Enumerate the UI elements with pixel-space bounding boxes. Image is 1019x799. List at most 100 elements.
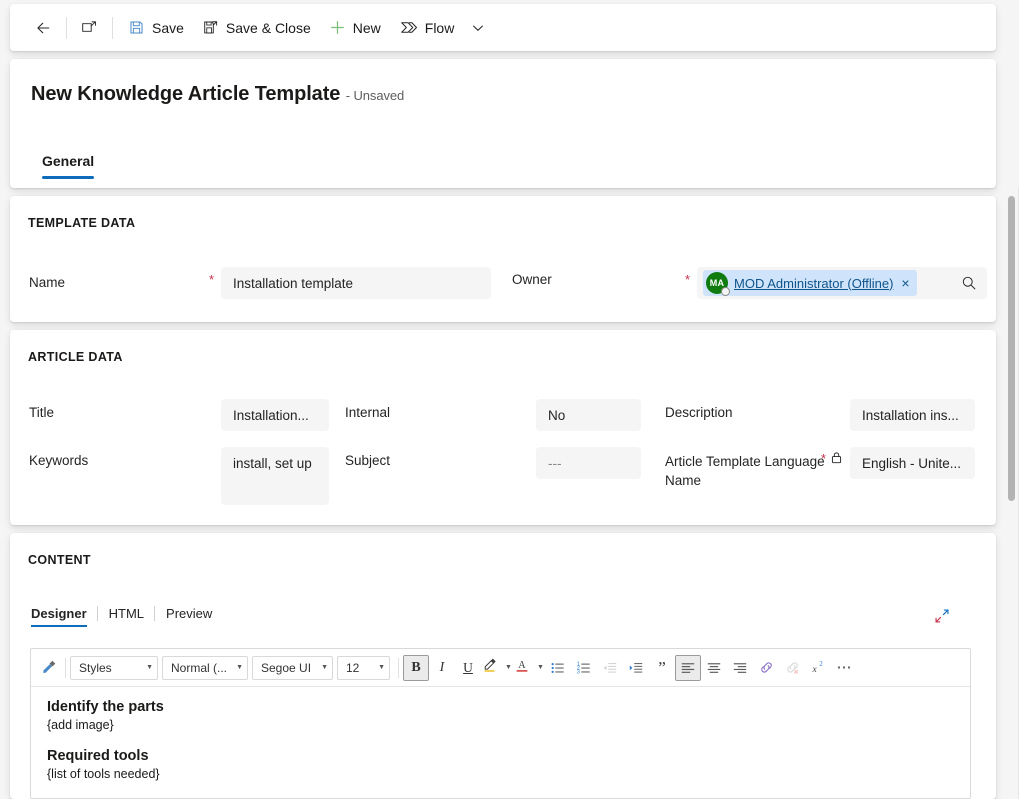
owner-field-label: Owner <box>512 272 552 287</box>
editor-tab-separator-1 <box>96 606 98 621</box>
content-paragraph: {list of tools needed} <box>47 767 160 781</box>
decrease-indent-button[interactable] <box>597 655 623 681</box>
content-heading: Required tools <box>47 748 149 764</box>
page-title-status: - Unsaved <box>345 88 405 103</box>
flow-chevron-button[interactable] <box>463 11 493 45</box>
more-options-button[interactable]: ⋯ <box>831 655 857 681</box>
content-heading: Identify the parts <box>47 699 164 715</box>
save-and-close-button[interactable]: Save & Close <box>193 11 320 45</box>
new-button[interactable]: New <box>320 11 390 45</box>
title-field-label: Title <box>29 405 55 420</box>
content-section-title: CONTENT <box>28 553 91 567</box>
owner-selected-pill[interactable]: MA MOD Administrator (Offline) × <box>703 270 917 296</box>
owner-remove-button[interactable]: × <box>899 276 911 290</box>
description-input[interactable]: Installation ins... <box>850 399 975 431</box>
template-data-section-title: TEMPLATE DATA <box>28 216 136 230</box>
highlight-button[interactable]: ▼ <box>481 655 513 681</box>
font-size-dropdown[interactable]: 12 ▼ <box>337 655 390 680</box>
chevron-down-icon: ▼ <box>321 664 328 671</box>
name-input[interactable]: Installation template <box>221 267 491 299</box>
chevron-down-icon: ▼ <box>146 664 153 671</box>
svg-text:x: x <box>811 665 817 675</box>
numbered-list-button[interactable]: 1 2 3 <box>571 655 597 681</box>
content-paragraph: {add image} <box>47 718 114 732</box>
command-separator-1 <box>66 16 67 39</box>
align-center-button[interactable] <box>701 655 727 681</box>
italic-icon: I <box>439 659 445 675</box>
arrow-left-icon <box>34 19 52 37</box>
blockquote-button[interactable]: ” <box>649 655 675 681</box>
owner-required-indicator: * <box>685 272 691 287</box>
keywords-field-label: Keywords <box>29 453 89 468</box>
template-data-section: TEMPLATE DATA Name * Installation templa… <box>10 196 996 322</box>
chevron-down-icon <box>471 21 485 35</box>
styles-dropdown[interactable]: Styles ▼ <box>70 655 158 680</box>
internal-field-label: Internal <box>345 405 391 420</box>
knowledge-article-template-form: Save Save & Close New Flow New Knowledge… <box>0 0 1019 799</box>
font-size-label: 12 <box>346 660 360 675</box>
plus-icon <box>329 19 346 36</box>
tab-html[interactable]: HTML <box>108 604 154 627</box>
align-left-button[interactable] <box>675 654 701 681</box>
tab-preview-label: Preview <box>166 606 213 621</box>
save-button-label: Save <box>152 19 184 36</box>
search-icon[interactable] <box>957 275 981 291</box>
align-right-button[interactable] <box>727 655 753 681</box>
bulleted-list-button[interactable] <box>545 655 571 681</box>
flow-button-label: Flow <box>424 19 455 36</box>
font-color-button[interactable]: A ▼ <box>513 655 545 681</box>
toolbar-separator-2 <box>398 657 399 678</box>
save-and-close-label: Save & Close <box>225 19 311 36</box>
chevron-down-icon: ▼ <box>236 664 243 671</box>
pop-out-button[interactable] <box>73 11 106 45</box>
flow-button[interactable]: Flow <box>390 11 464 45</box>
owner-name-link[interactable]: MOD Administrator (Offline) <box>734 276 893 291</box>
command-separator-2 <box>112 16 113 39</box>
bold-button[interactable]: B <box>403 654 429 681</box>
remove-link-button[interactable] <box>779 655 805 681</box>
presence-offline-icon <box>721 287 730 296</box>
expand-diagonal-icon <box>933 607 951 630</box>
superscript-button[interactable]: x 2 <box>805 655 831 681</box>
save-and-close-icon <box>202 19 219 36</box>
font-family-dropdown[interactable]: Segoe UI ▼ <box>252 655 333 680</box>
article-data-section: ARTICLE DATA Title Installation... Inter… <box>10 330 996 525</box>
styles-dropdown-label: Styles <box>79 660 112 675</box>
article-template-language-name-input[interactable]: English - Unite... <box>850 447 975 479</box>
svg-text:3: 3 <box>577 669 580 675</box>
font-color-icon: A <box>514 657 530 678</box>
chevron-down-icon: ▼ <box>505 664 512 671</box>
form-tabstrip: General <box>31 145 105 179</box>
svg-text:A: A <box>518 660 526 671</box>
svg-text:2: 2 <box>819 661 823 668</box>
save-button[interactable]: Save <box>119 11 193 45</box>
tab-general[interactable]: General <box>31 145 105 179</box>
increase-indent-button[interactable] <box>623 655 649 681</box>
bold-icon: B <box>411 659 421 675</box>
name-field-label: Name <box>29 275 66 290</box>
paragraph-format-dropdown[interactable]: Normal (... ▼ <box>162 655 248 680</box>
owner-lookup-field[interactable]: MA MOD Administrator (Offline) × <box>697 267 987 299</box>
tab-designer[interactable]: Designer <box>30 604 97 627</box>
title-input[interactable]: Installation... <box>221 399 329 431</box>
underline-icon: U <box>463 659 473 675</box>
pop-out-icon <box>81 19 98 36</box>
format-painter-icon[interactable] <box>35 655 61 681</box>
underline-button[interactable]: U <box>455 655 481 681</box>
editor-content-area[interactable]: Identify the parts {add image} Required … <box>31 687 970 798</box>
more-icon: ⋯ <box>836 658 852 676</box>
keywords-input[interactable]: install, set up <box>221 447 329 505</box>
toolbar-separator-1 <box>65 657 66 678</box>
lock-icon <box>830 451 843 469</box>
editor-view-tabs: Designer HTML Preview <box>30 604 222 627</box>
save-floppy-icon <box>128 19 145 36</box>
flow-icon <box>399 19 418 36</box>
insert-link-button[interactable] <box>753 655 779 681</box>
page-scrollbar-thumb[interactable] <box>1008 196 1015 501</box>
subject-input[interactable]: --- <box>536 447 641 479</box>
italic-button[interactable]: I <box>429 655 455 681</box>
tab-preview[interactable]: Preview <box>165 604 222 627</box>
back-button[interactable] <box>26 11 60 45</box>
internal-input[interactable]: No <box>536 399 641 431</box>
expand-editor-button[interactable] <box>928 605 956 631</box>
